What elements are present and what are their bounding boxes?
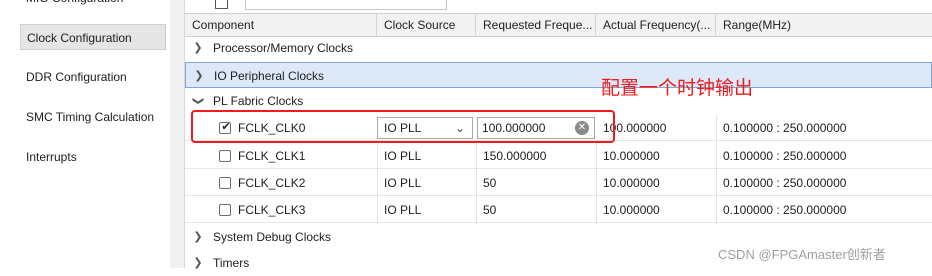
- range-value: 0.100000 : 250.000000: [723, 203, 847, 217]
- nav-item-clock-configuration[interactable]: Clock Configuration: [20, 24, 166, 50]
- table-header: Component Clock Source Requested Freque.…: [185, 13, 932, 37]
- group-label: Timers: [213, 256, 250, 270]
- requested-frequency-value[interactable]: 150.000000: [476, 143, 546, 169]
- group-row-processor-memory[interactable]: ❯ Processor/Memory Clocks: [185, 35, 932, 61]
- annotation-highlight-box: [191, 110, 615, 143]
- nav-item-ddr-configuration[interactable]: DDR Configuration: [20, 64, 166, 90]
- group-label: IO Peripheral Clocks: [214, 69, 325, 83]
- enable-checkbox[interactable]: [219, 204, 231, 216]
- chevron-right-icon[interactable]: ❯: [192, 63, 206, 89]
- nav-item-smc-timing-calculation[interactable]: SMC Timing Calculation: [20, 104, 166, 130]
- clock-source-value[interactable]: IO PLL: [377, 197, 421, 223]
- actual-frequency: 10.000000: [603, 149, 660, 163]
- group-label: System Debug Clocks: [213, 230, 332, 244]
- column-divider: [476, 170, 477, 197]
- range-value: 0.100000 : 250.000000: [723, 176, 847, 190]
- chevron-down-icon[interactable]: ❯: [185, 94, 211, 108]
- chevron-right-icon[interactable]: ❯: [191, 250, 205, 276]
- enable-checkbox[interactable]: [219, 177, 231, 189]
- table-row-fclk-clk3[interactable]: FCLK_CLK3 IO PLL 50 10.000000 0.100000 :…: [185, 197, 932, 224]
- range-value: 0.100000 : 250.000000: [723, 149, 847, 163]
- column-divider: [377, 143, 378, 170]
- actual-frequency: 10.000000: [603, 203, 660, 217]
- enable-checkbox[interactable]: [219, 150, 231, 162]
- top-toolbar-checkbox[interactable]: [215, 0, 228, 9]
- clock-source-value[interactable]: IO PLL: [377, 170, 421, 196]
- header-actual-frequency[interactable]: Actual Frequency(...: [596, 14, 716, 36]
- header-component[interactable]: Component: [185, 14, 377, 36]
- clock-name: FCLK_CLK2: [238, 176, 306, 190]
- header-range[interactable]: Range(MHz): [716, 14, 932, 36]
- panel-splitter[interactable]: [170, 0, 185, 268]
- clock-source-value[interactable]: IO PLL: [377, 143, 421, 169]
- column-divider: [476, 197, 477, 224]
- column-divider: [716, 143, 717, 170]
- column-divider: [596, 197, 597, 224]
- requested-frequency-value[interactable]: 50: [476, 170, 496, 196]
- requested-frequency-value[interactable]: 50: [476, 197, 496, 223]
- nav-list: MIO Configuration Clock Configuration DD…: [0, 0, 171, 268]
- header-clock-source[interactable]: Clock Source: [377, 14, 476, 36]
- actual-frequency: 10.000000: [603, 176, 660, 190]
- column-divider: [716, 115, 717, 142]
- column-divider: [377, 170, 378, 197]
- column-divider: [716, 170, 717, 197]
- watermark: CSDN @FPGAmaster创新者: [718, 247, 886, 262]
- table-row-fclk-clk2[interactable]: FCLK_CLK2 IO PLL 50 10.000000 0.100000 :…: [185, 170, 932, 197]
- chevron-right-icon[interactable]: ❯: [191, 224, 205, 250]
- header-requested-frequency[interactable]: Requested Freque...: [476, 14, 596, 36]
- range-value: 0.100000 : 250.000000: [723, 121, 847, 135]
- column-divider: [596, 143, 597, 170]
- left-nav-panel: MIO Configuration Clock Configuration DD…: [0, 0, 175, 268]
- annotation-text: 配置一个时钟输出: [601, 77, 754, 99]
- column-divider: [596, 170, 597, 197]
- group-label: Processor/Memory Clocks: [213, 41, 354, 55]
- column-divider: [377, 197, 378, 224]
- clock-name: FCLK_CLK3: [238, 203, 306, 217]
- search-input[interactable]: [245, 0, 447, 10]
- nav-item-interrupts[interactable]: Interrupts: [20, 144, 166, 170]
- chevron-right-icon[interactable]: ❯: [191, 35, 205, 61]
- column-divider: [476, 143, 477, 170]
- column-divider: [716, 197, 717, 224]
- group-row-io-peripheral[interactable]: ❯ IO Peripheral Clocks: [185, 62, 932, 88]
- nav-item-mio-configuration[interactable]: MIO Configuration: [20, 0, 166, 11]
- table-row-fclk-clk1[interactable]: FCLK_CLK1 IO PLL 150.000000 10.000000 0.…: [185, 143, 932, 170]
- clock-name: FCLK_CLK1: [238, 149, 306, 163]
